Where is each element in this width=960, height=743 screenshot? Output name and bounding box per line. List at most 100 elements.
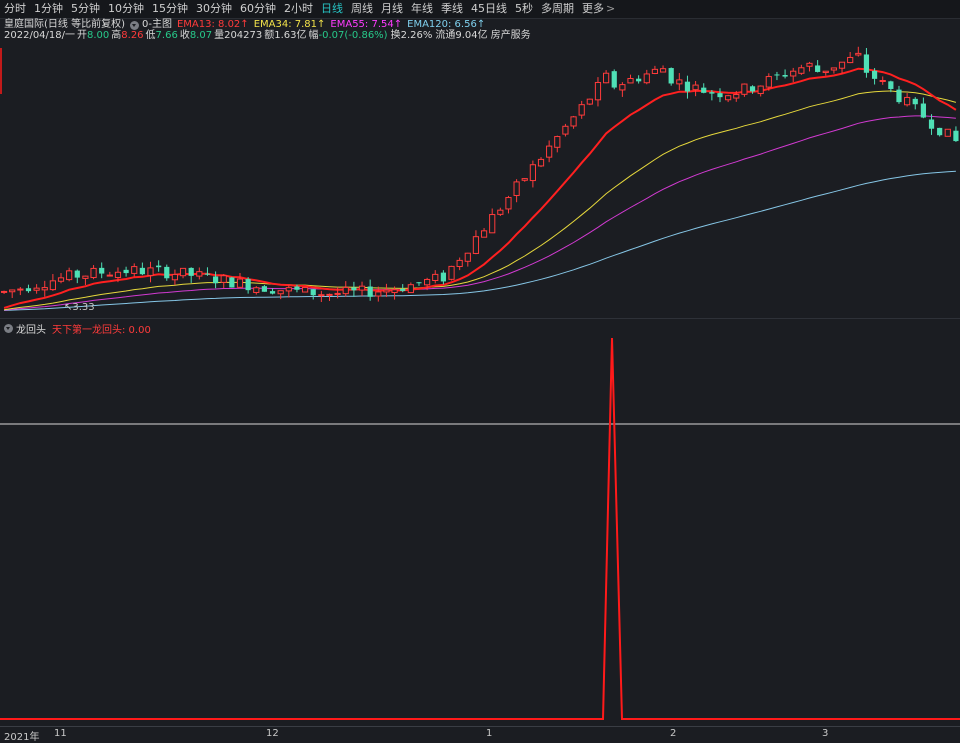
candle[interactable] — [66, 267, 73, 282]
candle[interactable] — [383, 283, 390, 298]
candle[interactable] — [570, 115, 577, 129]
candle[interactable] — [529, 160, 536, 188]
candle[interactable] — [179, 267, 187, 279]
period-tab-7[interactable]: 2小时 — [280, 0, 317, 18]
candle[interactable] — [774, 71, 780, 81]
candle[interactable] — [188, 267, 194, 283]
candle[interactable] — [546, 140, 553, 163]
candle[interactable] — [562, 123, 569, 137]
candle[interactable] — [432, 270, 439, 284]
candle[interactable] — [578, 100, 585, 119]
candle[interactable] — [830, 67, 838, 74]
candle[interactable] — [953, 126, 959, 142]
candle[interactable] — [90, 265, 97, 280]
candle[interactable] — [131, 263, 138, 277]
candle[interactable] — [74, 269, 80, 284]
period-tab-10[interactable]: 月线 — [377, 0, 407, 18]
candle[interactable] — [351, 281, 357, 297]
period-tab-16[interactable]: 更多 > — [578, 0, 619, 18]
candle[interactable] — [139, 262, 145, 276]
candle[interactable] — [407, 282, 414, 294]
candle[interactable] — [619, 82, 626, 97]
candle[interactable] — [33, 284, 40, 294]
indicator-chart[interactable] — [0, 334, 960, 726]
candle[interactable] — [480, 228, 488, 238]
candle[interactable] — [554, 135, 561, 153]
candle[interactable] — [17, 287, 24, 296]
candle[interactable] — [521, 177, 528, 182]
candle[interactable] — [537, 157, 545, 168]
candle[interactable] — [896, 85, 902, 104]
candle[interactable] — [741, 83, 748, 97]
candle[interactable] — [196, 267, 203, 280]
candle[interactable] — [326, 293, 333, 301]
candle[interactable] — [489, 208, 496, 234]
candle[interactable] — [204, 267, 211, 276]
candle[interactable] — [261, 285, 268, 292]
candle[interactable] — [888, 80, 894, 93]
candle[interactable] — [301, 286, 309, 293]
candle[interactable] — [798, 64, 805, 75]
candle[interactable] — [253, 286, 260, 295]
candle[interactable] — [456, 257, 463, 271]
candle[interactable] — [586, 98, 593, 106]
candle[interactable] — [416, 281, 422, 286]
candle[interactable] — [636, 75, 642, 84]
candle[interactable] — [164, 264, 170, 281]
dropdown-icon[interactable] — [4, 323, 13, 333]
candle[interactable] — [310, 288, 316, 300]
candle[interactable] — [82, 275, 89, 286]
candle[interactable] — [269, 288, 276, 295]
candle[interactable] — [236, 273, 244, 289]
candle[interactable] — [147, 261, 154, 283]
candle[interactable] — [920, 97, 926, 119]
candle[interactable] — [49, 274, 56, 291]
candle[interactable] — [937, 127, 943, 137]
candle[interactable] — [472, 230, 480, 255]
candle[interactable] — [245, 277, 251, 294]
period-tab-11[interactable]: 年线 — [407, 0, 437, 18]
candle[interactable] — [513, 179, 520, 203]
candle[interactable] — [448, 265, 455, 281]
candle[interactable] — [41, 280, 48, 297]
candle[interactable] — [602, 70, 610, 84]
candle[interactable] — [643, 69, 650, 85]
candle[interactable] — [912, 97, 918, 110]
candle[interactable] — [863, 48, 870, 78]
candle[interactable] — [651, 65, 659, 75]
period-tab-4[interactable]: 15分钟 — [148, 0, 192, 18]
candle[interactable] — [928, 114, 935, 135]
candle[interactable] — [676, 73, 683, 91]
candle[interactable] — [701, 83, 707, 94]
period-tab-8[interactable]: 日线 — [317, 0, 347, 18]
period-tab-0[interactable]: 分时 — [0, 0, 30, 18]
candle[interactable] — [725, 94, 732, 103]
candle[interactable] — [822, 70, 829, 76]
candle[interactable] — [944, 128, 951, 137]
candle[interactable] — [106, 271, 113, 277]
candle[interactable] — [440, 270, 446, 285]
candle[interactable] — [594, 77, 602, 107]
candle[interactable] — [692, 81, 699, 97]
candle[interactable] — [358, 281, 366, 297]
candle[interactable] — [806, 61, 813, 72]
candle[interactable] — [156, 260, 162, 272]
candle[interactable] — [57, 273, 65, 284]
candle[interactable] — [717, 88, 723, 103]
candle[interactable] — [285, 285, 292, 298]
period-tab-9[interactable]: 周线 — [347, 0, 377, 18]
period-tab-5[interactable]: 30分钟 — [192, 0, 236, 18]
candle[interactable] — [99, 262, 105, 279]
period-tab-1[interactable]: 1分钟 — [30, 0, 67, 18]
period-tab-6[interactable]: 60分钟 — [236, 0, 280, 18]
period-tab-12[interactable]: 季线 — [437, 0, 467, 18]
period-tab-14[interactable]: 5秒 — [511, 0, 537, 18]
candle[interactable] — [790, 67, 797, 83]
candle[interactable] — [904, 93, 911, 107]
candle[interactable] — [782, 69, 788, 79]
candle[interactable] — [277, 290, 284, 300]
candle[interactable] — [611, 69, 617, 90]
candle[interactable] — [123, 266, 129, 277]
candle[interactable] — [25, 284, 32, 293]
period-tab-15[interactable]: 多周期 — [537, 0, 578, 18]
